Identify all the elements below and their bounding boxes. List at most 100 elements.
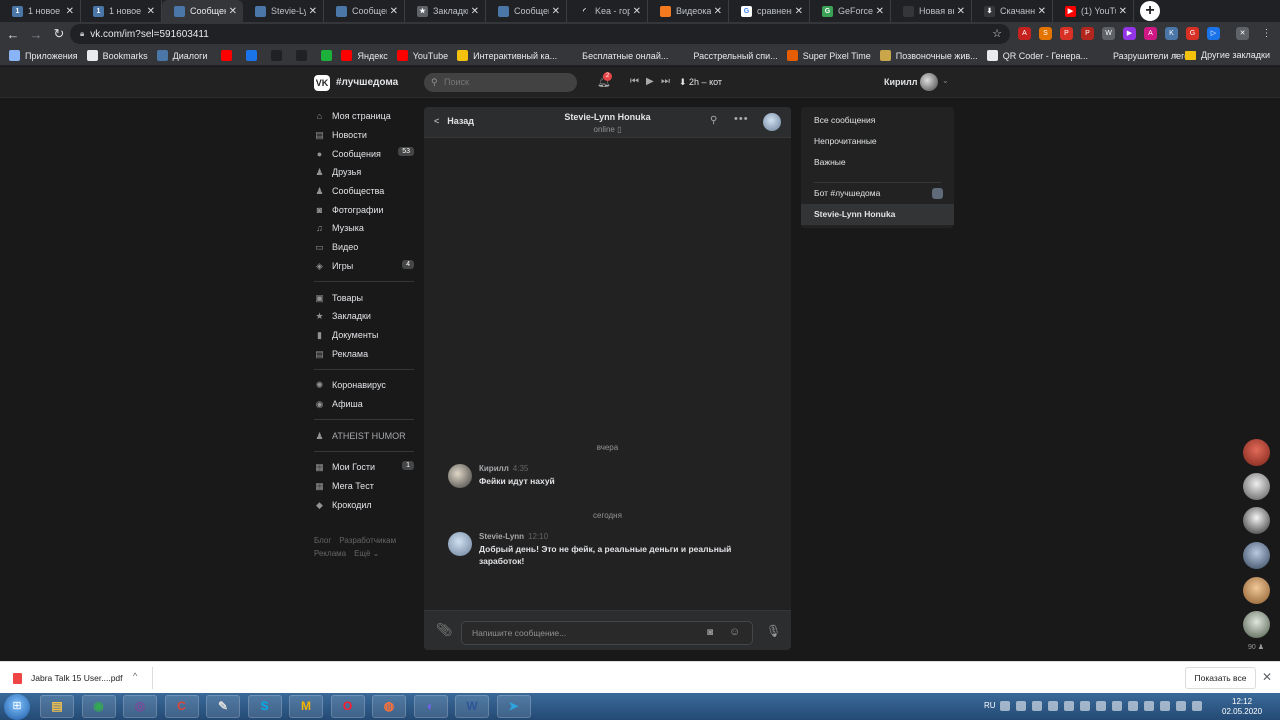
tray-icon[interactable]: [1128, 701, 1138, 711]
nav-item[interactable]: ▮ Документы: [314, 326, 414, 345]
message-avatar[interactable]: [448, 464, 472, 488]
bookmark-star-icon[interactable]: ☆: [992, 27, 1002, 40]
download-item[interactable]: Jabra Talk 15 User....pdf: [31, 673, 123, 683]
more-options-icon[interactable]: •••: [734, 113, 749, 125]
bookmark-item[interactable]: Расстрельный спи...: [677, 50, 778, 61]
bookmark-item[interactable]: Диалоги: [156, 50, 207, 61]
browser-tab[interactable]: ◜ Kea - горн✕: [567, 0, 648, 22]
extension-icon[interactable]: G: [1186, 27, 1199, 40]
other-bookmarks[interactable]: Другие закладки: [1185, 50, 1270, 60]
nav-item[interactable]: ◙ Фотографии: [314, 200, 414, 219]
microphone-icon[interactable]: 🎙︎: [766, 624, 781, 638]
search-input[interactable]: ⚲ Поиск: [424, 73, 577, 92]
tor-taskbar-icon[interactable]: ◎: [123, 695, 157, 718]
nav-item[interactable]: ▣ Товары: [314, 288, 414, 307]
friend-avatar[interactable]: [1243, 507, 1270, 534]
forward-icon[interactable]: →: [26, 27, 46, 42]
friend-avatar[interactable]: [1243, 439, 1270, 466]
nav-item[interactable]: ♟ Друзья: [314, 163, 414, 182]
vk-logo-icon[interactable]: VK: [314, 75, 330, 91]
user-avatar[interactable]: [920, 73, 938, 91]
filter-all-messages[interactable]: Все сообщения: [801, 110, 954, 131]
browser-tab[interactable]: Gсравнени✕: [729, 0, 810, 22]
browser-tab[interactable]: 1 1 новое со✕: [0, 0, 81, 22]
address-bar[interactable]: 🔒︎ vk.com/im?sel=591603411 ☆: [70, 24, 1010, 44]
tab-close-icon[interactable]: ✕: [229, 6, 237, 17]
nav-item[interactable]: ▤ Новости: [314, 126, 414, 145]
nav-item[interactable]: ▭ Видео: [314, 238, 414, 257]
message-avatar[interactable]: [448, 532, 472, 556]
battery-icon[interactable]: [1176, 701, 1186, 711]
footer-link[interactable]: Разработчикам: [339, 534, 396, 547]
message-author[interactable]: Кирилл: [479, 464, 509, 473]
tray-icon[interactable]: [1032, 701, 1042, 711]
tab-close-icon[interactable]: ✕: [795, 6, 803, 17]
system-clock[interactable]: 12:12 02.05.2020: [1222, 697, 1262, 717]
nav-item[interactable]: ♟ ATHEIST HUMOR: [314, 426, 414, 445]
bookmark-item[interactable]: Позвоночные жив...: [879, 50, 978, 61]
tray-icon[interactable]: [1048, 701, 1058, 711]
tray-icon[interactable]: [1144, 701, 1154, 711]
bookmark-item[interactable]: [246, 50, 258, 61]
nav-item[interactable]: ◆ Крокодил: [314, 495, 414, 514]
extension-icon[interactable]: P: [1060, 27, 1073, 40]
friend-avatar[interactable]: [1243, 577, 1270, 604]
chat-search-icon[interactable]: ⚲: [710, 115, 717, 126]
tab-close-icon[interactable]: ✕: [309, 6, 317, 17]
browser-tab[interactable]: Сообщени✕: [324, 0, 405, 22]
tab-close-icon[interactable]: ✕: [66, 6, 74, 17]
bookmark-item[interactable]: Интерактивный ка...: [457, 50, 557, 61]
nav-item[interactable]: ◈ Игры 4: [314, 257, 414, 276]
nav-item[interactable]: ▦ Мои Гости 1: [314, 458, 414, 477]
browser-tab[interactable]: G GeForce G✕: [810, 0, 891, 22]
friends-online-count[interactable]: 90 ♟: [1248, 643, 1264, 651]
bookmark-item[interactable]: [321, 50, 333, 61]
tray-icon[interactable]: [1064, 701, 1074, 711]
tab-close-icon[interactable]: ✕: [876, 6, 884, 17]
next-track-icon[interactable]: ⏭︎: [661, 76, 670, 87]
extension-icon[interactable]: ▷: [1207, 27, 1220, 40]
footer-link[interactable]: Блог: [314, 534, 331, 547]
friend-avatar[interactable]: [1243, 542, 1270, 569]
tab-close-icon[interactable]: ✕: [390, 6, 398, 17]
show-all-button[interactable]: Показать все: [1185, 667, 1256, 689]
m-app-taskbar-icon[interactable]: M: [289, 695, 323, 718]
bookmark-item[interactable]: [221, 50, 233, 61]
browser-tab[interactable]: 1 1 новое со✕: [81, 0, 162, 22]
close-icon[interactable]: ✕: [1262, 670, 1272, 684]
tab-close-icon[interactable]: ✕: [714, 6, 722, 17]
message-author[interactable]: Stevie-Lynn: [479, 532, 524, 541]
editor-taskbar-icon[interactable]: ✎: [206, 695, 240, 718]
nav-item[interactable]: ⌂ Моя страница: [314, 107, 414, 126]
browser-tab[interactable]: Новая вкладка✕: [891, 0, 972, 22]
extension-icon[interactable]: ✕: [1236, 27, 1249, 40]
telegram-taskbar-icon[interactable]: ➤: [496, 695, 531, 718]
menu-icon[interactable]: ⋮: [1260, 27, 1273, 40]
tab-close-icon[interactable]: ✕: [957, 6, 965, 17]
volume-icon[interactable]: [1192, 701, 1202, 711]
nav-item[interactable]: ★ Закладки: [314, 307, 414, 326]
conversation-stevie-lynn[interactable]: Stevie-Lynn Honuka: [801, 204, 954, 225]
chevron-down-icon[interactable]: ⌄: [942, 76, 949, 85]
browser-tab[interactable]: Видеокарт✕: [648, 0, 729, 22]
chrome-taskbar-icon[interactable]: ◉: [81, 695, 116, 718]
tab-close-icon[interactable]: ✕: [147, 6, 155, 17]
extension-icon[interactable]: ▶: [1123, 27, 1136, 40]
help-icon[interactable]: [1000, 701, 1010, 711]
nav-item[interactable]: ◉ Афиша: [314, 395, 414, 414]
language-indicator[interactable]: RU: [984, 701, 996, 710]
word-taskbar-icon[interactable]: W: [455, 695, 489, 718]
extension-icon[interactable]: P: [1081, 27, 1094, 40]
attach-icon[interactable]: 📎︎: [436, 622, 453, 638]
new-tab-icon[interactable]: +: [1140, 1, 1160, 21]
viber-taskbar-icon[interactable]: ◐: [413, 695, 448, 718]
emoji-icon[interactable]: ☺: [729, 626, 740, 638]
network-icon[interactable]: [1160, 701, 1170, 711]
community-name[interactable]: #лучшедома: [336, 77, 398, 88]
bookmark-item[interactable]: [271, 50, 283, 61]
chat-avatar[interactable]: [763, 113, 781, 131]
extension-icon[interactable]: W: [1102, 27, 1115, 40]
firefox-taskbar-icon[interactable]: ◍: [372, 695, 406, 718]
play-icon[interactable]: ▶: [646, 76, 654, 87]
tray-icon[interactable]: [1096, 701, 1106, 711]
